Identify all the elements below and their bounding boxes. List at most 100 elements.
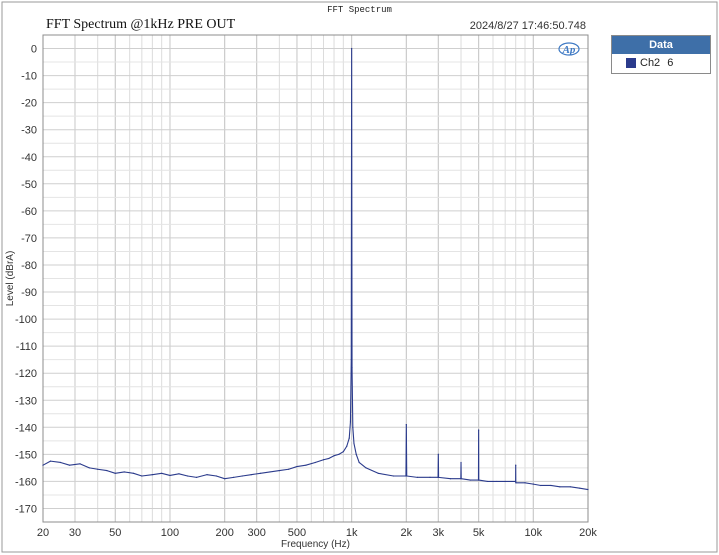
data-point <box>305 464 307 466</box>
data-point <box>42 464 44 466</box>
y-tick-label: -40 <box>21 152 37 164</box>
data-point <box>478 429 480 431</box>
y-tick-label: -110 <box>16 341 37 353</box>
x-tick-label: 2k <box>401 527 413 539</box>
data-point <box>353 442 355 445</box>
data-point <box>550 484 552 487</box>
data-point <box>79 463 81 465</box>
data-point <box>346 445 348 447</box>
y-tick-label: -120 <box>15 368 37 380</box>
fft-chart: 0 -10 -20 -30 -40 -50 -60 -70 -80 -90 -100 -110 -120… <box>1 1 718 553</box>
data-point <box>195 476 198 478</box>
data-point <box>322 459 325 461</box>
y-tick-label: -30 <box>21 125 37 137</box>
data-point <box>169 474 171 477</box>
data-point <box>296 465 298 468</box>
data-point <box>478 479 480 481</box>
data-point <box>314 461 316 464</box>
data-point <box>486 480 489 483</box>
data-point <box>123 471 125 473</box>
x-tick-label: 50 <box>109 527 121 539</box>
data-point <box>437 453 439 455</box>
y-tick-label: -80 <box>21 260 37 272</box>
data-point <box>460 461 462 464</box>
data-point <box>278 469 280 472</box>
y-tick-label: -20 <box>21 98 37 110</box>
y-tick-label: -160 <box>15 476 37 488</box>
data-point <box>224 478 226 480</box>
data-point <box>215 475 217 477</box>
data-point <box>97 468 99 470</box>
data-point <box>241 475 243 477</box>
chart-title: FFT Spectrum @1kHz PRE OUT <box>46 17 236 32</box>
data-point <box>515 482 517 484</box>
y-axis-label: Level (dBrA) <box>5 251 16 307</box>
x-tick-label: 3k <box>433 527 445 539</box>
data-point <box>515 480 517 483</box>
data-point <box>233 476 235 478</box>
ap-logo: Ap <box>562 44 576 56</box>
data-point <box>259 472 262 474</box>
y-tick-label: -170 <box>15 503 37 515</box>
data-point <box>351 47 353 50</box>
data-point <box>429 476 431 478</box>
x-tick-label: 300 <box>247 527 265 539</box>
data-point <box>114 472 116 474</box>
y-tick-label: -10 <box>21 71 37 83</box>
data-point <box>186 475 189 477</box>
data-point <box>141 475 143 477</box>
data-point <box>504 480 506 483</box>
y-tick-label: -100 <box>15 314 37 326</box>
data-point <box>333 455 335 457</box>
data-point <box>587 488 589 491</box>
y-tick-label: -130 <box>15 395 37 407</box>
data-point <box>460 478 462 480</box>
data-point <box>496 480 498 483</box>
data-point <box>269 471 271 473</box>
data-point <box>405 424 407 426</box>
data-point <box>532 483 534 485</box>
data-point <box>49 460 52 462</box>
data-point <box>206 474 208 476</box>
x-tick-label: 30 <box>69 527 81 539</box>
data-point <box>349 421 352 423</box>
data-point <box>392 475 395 477</box>
data-point <box>106 469 108 472</box>
y-tick-label: -90 <box>21 287 37 299</box>
x-tick-label: 100 <box>161 527 179 539</box>
legend-swatch <box>626 58 636 68</box>
data-point <box>68 464 71 466</box>
x-axis-label: Frequency (Hz) <box>281 539 350 550</box>
data-point <box>328 457 330 460</box>
data-point <box>406 475 408 477</box>
y-tick-label: -60 <box>21 206 37 218</box>
data-point <box>250 474 252 476</box>
data-point <box>348 437 350 439</box>
data-point <box>288 468 290 470</box>
data-point <box>449 478 452 480</box>
data-point <box>60 461 62 464</box>
data-point <box>437 476 440 478</box>
data-point <box>350 359 352 361</box>
data-point <box>352 426 354 428</box>
legend-item-ch2[interactable]: Ch2 6 <box>612 54 710 72</box>
data-point <box>178 473 180 475</box>
data-point <box>515 464 517 466</box>
data-point <box>338 453 340 455</box>
y-tick-label: -150 <box>15 449 37 461</box>
x-tick-label: 20k <box>579 527 597 539</box>
data-point <box>469 479 471 481</box>
data-point <box>569 486 571 488</box>
data-point <box>524 482 526 484</box>
legend-header: Data <box>612 36 710 54</box>
legend-item-number: 6 <box>667 57 674 69</box>
y-tick-label: 0 <box>31 44 37 56</box>
data-point <box>132 472 135 474</box>
x-tick-label: 200 <box>215 527 233 539</box>
data-point <box>88 467 90 469</box>
chart-window: FFT Spectrum 0 -10 -20 -30 -40 -50 -60 -70 -80 -9… <box>0 0 719 555</box>
chart-timestamp: 2024/8/27 17:46:50.748 <box>470 20 586 32</box>
data-point <box>351 367 353 369</box>
y-tick-label: -140 <box>15 422 37 434</box>
x-tick-label: 500 <box>288 527 306 539</box>
